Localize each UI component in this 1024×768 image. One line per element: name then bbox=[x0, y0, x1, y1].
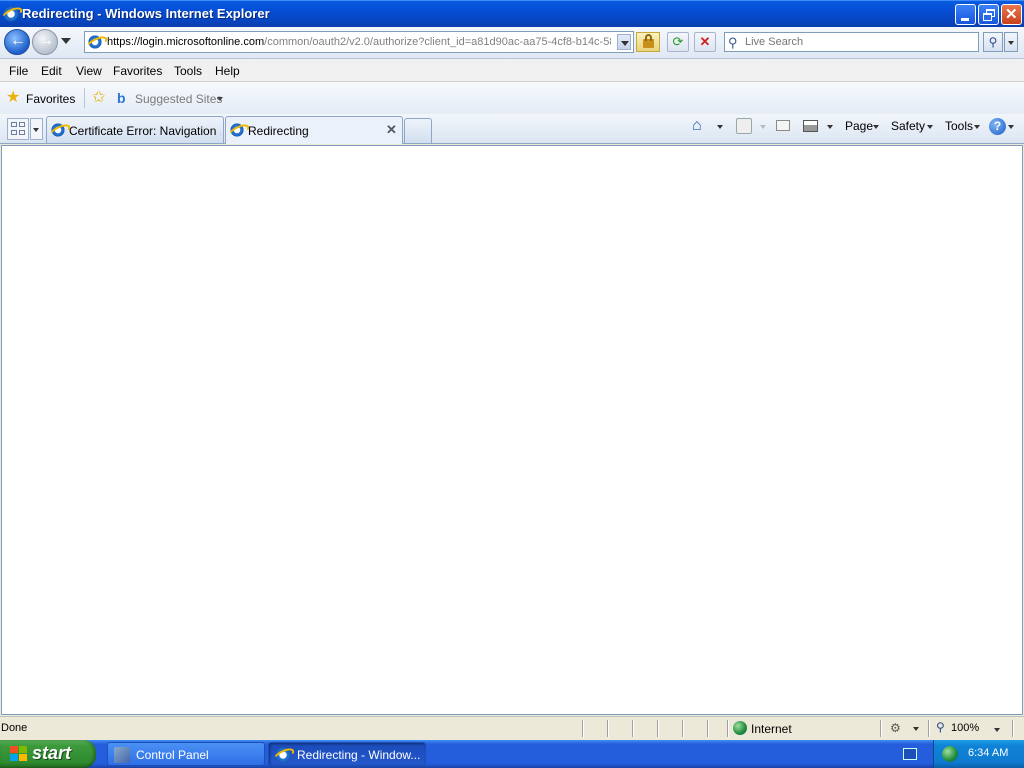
zoom-dropdown[interactable] bbox=[994, 728, 1000, 732]
menu-edit[interactable]: Edit bbox=[41, 64, 62, 78]
close-button[interactable]: ✕ bbox=[1001, 4, 1022, 25]
print-dropdown[interactable] bbox=[827, 125, 833, 129]
address-url[interactable]: https://login.microsoftonline.com/common… bbox=[107, 36, 611, 48]
taskbar: start Control Panel Redirecting - Window… bbox=[0, 740, 1024, 768]
page-content[interactable] bbox=[1, 145, 1023, 715]
tab-label: Certificate Error: Navigation ... bbox=[69, 124, 221, 138]
forward-button[interactable]: → bbox=[32, 29, 58, 55]
internet-zone-globe-icon bbox=[733, 721, 747, 735]
bing-icon: b bbox=[117, 90, 126, 106]
ie-logo-icon bbox=[3, 6, 19, 22]
close-icon: ✕ bbox=[1005, 6, 1018, 23]
menu-help[interactable]: Help bbox=[215, 64, 240, 78]
feeds-icon[interactable] bbox=[736, 118, 752, 134]
zoom-level[interactable]: 100% bbox=[951, 722, 979, 734]
menu-tools[interactable]: Tools bbox=[174, 64, 202, 78]
security-report-button[interactable] bbox=[636, 32, 660, 52]
page-icon bbox=[88, 35, 102, 49]
suggested-sites-dropdown[interactable] bbox=[217, 97, 223, 101]
print-icon[interactable] bbox=[803, 120, 818, 132]
security-zone[interactable]: Internet bbox=[751, 722, 792, 736]
windows-flag-icon bbox=[10, 746, 28, 762]
safety-menu[interactable]: Safety bbox=[891, 119, 925, 133]
stop-button[interactable]: ✕ bbox=[694, 32, 716, 52]
tab-bar: Certificate Error: Navigation ... Redire… bbox=[0, 114, 1024, 144]
search-box[interactable]: ⚲ bbox=[724, 32, 979, 52]
tab-page-icon bbox=[230, 123, 244, 137]
forward-arrow-icon: → bbox=[38, 32, 54, 49]
home-icon[interactable]: ⌂ bbox=[692, 118, 708, 134]
restore-button[interactable] bbox=[978, 4, 999, 25]
menu-bar: File Edit View Favorites Tools Help bbox=[0, 59, 1024, 82]
taskbar-control-panel[interactable]: Control Panel bbox=[107, 742, 265, 766]
suggested-sites-button[interactable]: Suggested Sites bbox=[135, 92, 222, 106]
new-tab-button[interactable] bbox=[404, 118, 432, 143]
safety-dropdown-arrow bbox=[927, 125, 933, 129]
page-dropdown-arrow bbox=[873, 125, 879, 129]
add-to-favorites-bar-icon[interactable]: ✩ bbox=[92, 90, 105, 106]
start-button[interactable]: start bbox=[0, 740, 96, 768]
feeds-dropdown[interactable] bbox=[760, 125, 766, 129]
keyboard-tray-icon[interactable] bbox=[903, 748, 917, 760]
system-tray: 6:34 AM bbox=[933, 740, 1024, 768]
tools-dropdown-arrow bbox=[974, 125, 980, 129]
menu-favorites[interactable]: Favorites bbox=[113, 64, 162, 78]
stop-icon: ✕ bbox=[699, 34, 711, 49]
search-icon: ⚲ bbox=[728, 35, 738, 50]
quick-tabs-icon bbox=[11, 122, 17, 127]
tools-menu[interactable]: Tools bbox=[945, 119, 973, 133]
menu-view[interactable]: View bbox=[76, 64, 102, 78]
search-options-dropdown[interactable] bbox=[1004, 32, 1018, 52]
browser-window: Redirecting - Windows Internet Explorer … bbox=[0, 0, 1024, 740]
address-bar[interactable]: https://login.microsoftonline.com/common… bbox=[84, 31, 634, 53]
page-menu[interactable]: Page bbox=[845, 119, 873, 133]
url-path: /common/oauth2/v2.0/authorize?client_id=… bbox=[264, 36, 611, 48]
ie-taskbar-icon bbox=[275, 747, 291, 763]
refresh-icon: ⟳ bbox=[672, 34, 684, 49]
menu-file[interactable]: File bbox=[9, 64, 28, 78]
home-dropdown[interactable] bbox=[717, 125, 723, 129]
favorites-button[interactable]: Favorites bbox=[26, 92, 75, 106]
quick-tabs-button[interactable] bbox=[7, 118, 29, 140]
url-host: https://login.microsoftonline.com bbox=[107, 36, 265, 48]
tab-label: Redirecting bbox=[248, 124, 309, 138]
status-text: Done bbox=[1, 722, 28, 734]
read-mail-icon[interactable] bbox=[776, 120, 790, 131]
refresh-button[interactable]: ⟳ bbox=[667, 32, 689, 52]
network-tray-icon[interactable] bbox=[942, 746, 958, 762]
status-bar: Done Internet ⚙ ⚲ 100% bbox=[0, 716, 1024, 740]
tab-list-dropdown[interactable] bbox=[30, 118, 43, 140]
recent-pages-dropdown[interactable] bbox=[61, 38, 71, 44]
tab-certificate-error[interactable]: Certificate Error: Navigation ... bbox=[46, 116, 224, 143]
zoom-icon: ⚲ bbox=[936, 720, 945, 734]
search-input[interactable] bbox=[745, 35, 975, 49]
clock[interactable]: 6:34 AM bbox=[968, 747, 1008, 759]
favorites-star-icon: ★ bbox=[6, 89, 21, 106]
tab-redirecting[interactable]: Redirecting ✕ bbox=[225, 116, 403, 144]
minimize-button[interactable] bbox=[955, 4, 976, 25]
search-button[interactable]: ⚲ bbox=[983, 32, 1003, 52]
control-panel-icon bbox=[114, 747, 130, 763]
title-bar[interactable]: Redirecting - Windows Internet Explorer … bbox=[0, 0, 1024, 27]
window-title: Redirecting - Windows Internet Explorer bbox=[22, 6, 270, 21]
protected-mode-dropdown[interactable] bbox=[913, 727, 919, 731]
navigation-bar: ← → https://login.microsoftonline.com/co… bbox=[0, 27, 1024, 59]
taskbar-internet-explorer[interactable]: Redirecting - Window... bbox=[268, 742, 426, 766]
taskbar-button-label: Control Panel bbox=[136, 748, 209, 762]
taskbar-button-label: Redirecting - Window... bbox=[297, 748, 421, 762]
magnifier-icon: ⚲ bbox=[988, 35, 998, 49]
minimize-icon bbox=[961, 18, 969, 21]
tab-close-icon[interactable]: ✕ bbox=[386, 122, 397, 138]
favorites-bar: ★ Favorites ✩ b Suggested Sites bbox=[0, 82, 1024, 114]
favorites-separator bbox=[84, 88, 85, 108]
address-dropdown[interactable] bbox=[617, 34, 631, 50]
start-label: start bbox=[32, 743, 72, 763]
protected-mode-icon[interactable]: ⚙ bbox=[890, 721, 901, 735]
help-dropdown[interactable] bbox=[1008, 125, 1014, 129]
back-button[interactable]: ← bbox=[4, 29, 30, 55]
help-icon[interactable]: ? bbox=[989, 118, 1006, 135]
back-arrow-icon: ← bbox=[10, 32, 26, 49]
tab-page-icon bbox=[51, 123, 65, 137]
